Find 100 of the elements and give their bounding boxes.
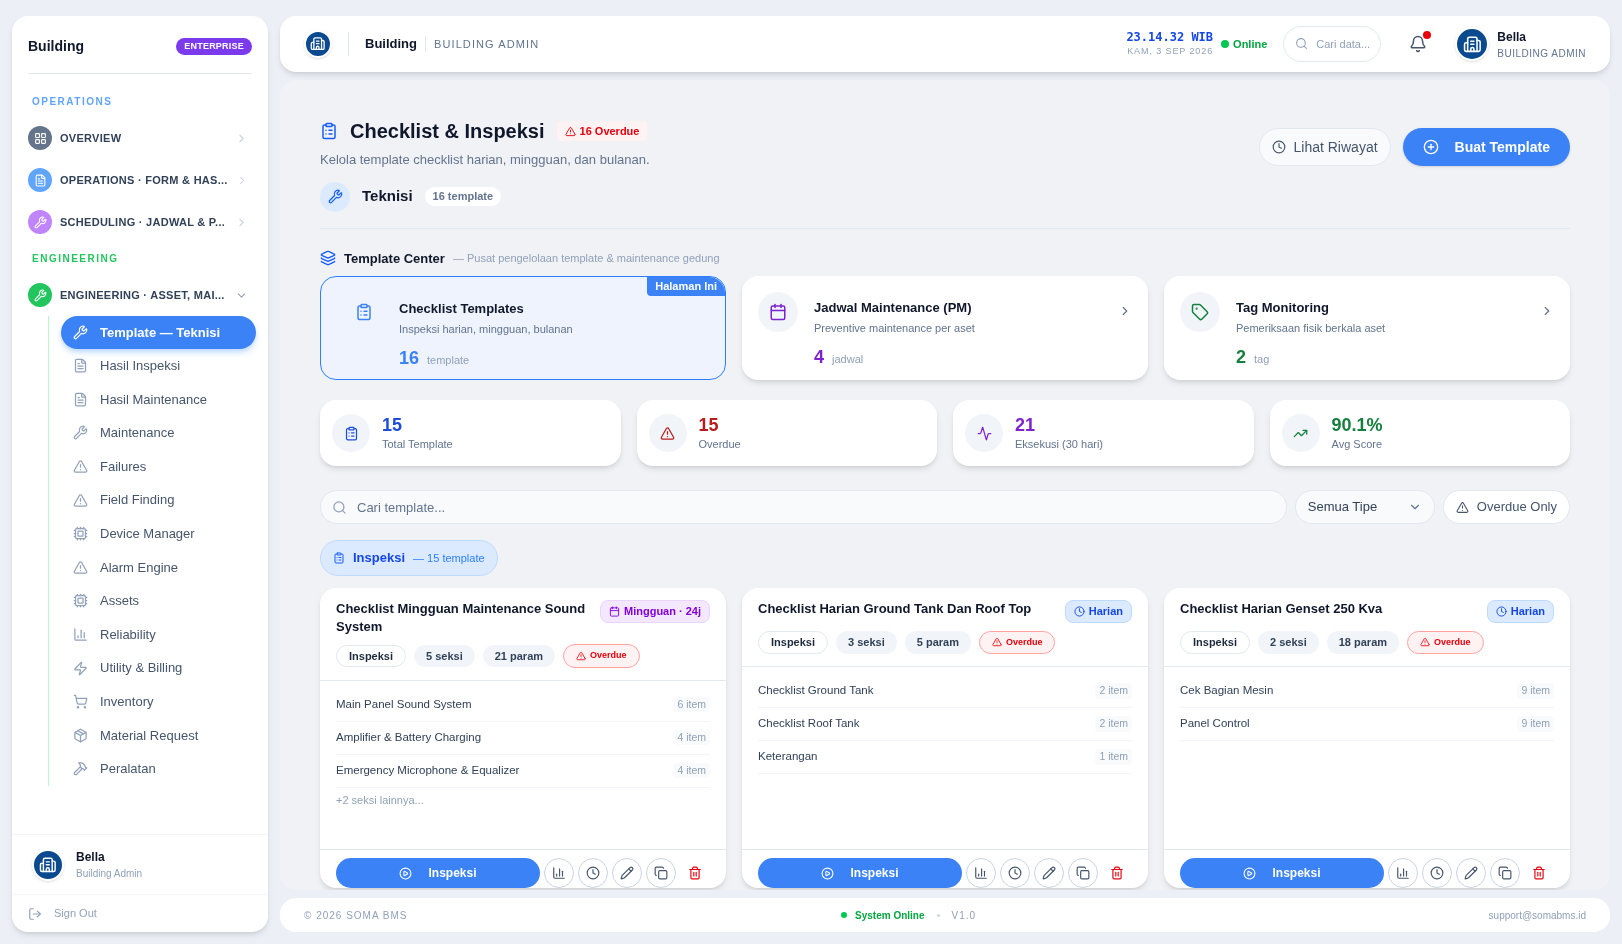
warning-icon (73, 559, 88, 575)
card-value: 4 (814, 346, 824, 369)
card-title: Checklist Templates (399, 300, 525, 318)
nav-item[interactable]: Alarm Engine (61, 550, 256, 585)
template-search-field[interactable]: Cari template... (320, 490, 1287, 524)
clock-icon (1073, 605, 1085, 617)
warning-icon (991, 637, 1002, 648)
bar-chart-icon (1396, 866, 1410, 880)
template-title: Checklist Harian Genset 250 Kva (1180, 600, 1383, 618)
nav-item[interactable]: Device Manager (61, 516, 256, 551)
stat-value: 15 (698, 413, 720, 436)
warning-icon (648, 414, 687, 452)
nav-item[interactable]: Template — Teknisi (61, 316, 256, 349)
clipboard-icon (320, 122, 338, 140)
bell-icon (1409, 35, 1428, 53)
play-icon (1243, 866, 1257, 880)
avatar (32, 848, 64, 881)
history-button[interactable]: Lihat Riwayat (1258, 128, 1391, 166)
bar-chart-icon (552, 866, 566, 880)
item-count: 9 item (1517, 683, 1554, 699)
overdue-only-toggle[interactable]: Overdue Only (1442, 490, 1570, 524)
count-tag: 18 param (1326, 631, 1400, 654)
section-label: OPERATIONS (31, 95, 114, 109)
clock-icon (1008, 866, 1022, 880)
nav-item[interactable]: Hasil Maintenance (61, 382, 256, 417)
warning-icon (576, 650, 587, 661)
clock-icon (1271, 140, 1286, 154)
copy-icon (654, 866, 668, 880)
template-title: Checklist Harian Ground Tank Dan Roof Top (758, 600, 1032, 618)
section-name: Cek Bagian Mesin (1180, 683, 1274, 699)
inspect-button[interactable]: Inspeksi (336, 858, 540, 888)
nav-item[interactable]: Maintenance (61, 416, 256, 450)
type-select[interactable]: Semua Tipe (1294, 490, 1435, 524)
avatar (1455, 27, 1490, 61)
module-card[interactable]: Checklist Templates Inspeksi harian, mingguan, bulanan 16 template Halaman Ini (320, 276, 726, 380)
bar-chart-icon (974, 866, 988, 880)
clipboard-icon (333, 552, 345, 564)
nav-item[interactable]: Material Request (61, 718, 256, 753)
warning-icon (73, 492, 88, 508)
nav-item[interactable]: Inventory (61, 684, 256, 719)
warning-icon (1420, 637, 1431, 648)
nav-item[interactable]: Failures (61, 449, 256, 484)
inspect-button[interactable]: Inspeksi (1180, 858, 1384, 888)
item-count: 4 item (673, 729, 710, 746)
inspect-button[interactable]: Inspeksi (758, 858, 962, 888)
lightning-icon (73, 660, 88, 676)
nav-item[interactable]: Field Finding (61, 483, 256, 517)
nav-group[interactable]: ENGINEERING · ASSET, MAI... (24, 274, 256, 316)
nav-item[interactable]: Peralatan (61, 752, 256, 786)
module-card[interactable]: Jadwal Maintenance (PM) Preventive maintenance per aset 4 jadwal (742, 276, 1148, 380)
version: V1.0 (951, 908, 978, 923)
search-icon (332, 500, 347, 515)
section-name: Main Panel Sound System (336, 696, 472, 712)
sign-out-icon (28, 906, 42, 921)
overdue-tag: Overdue (978, 630, 1056, 654)
nav-group[interactable]: OPERATIONS · FORM & HAS... (24, 159, 256, 201)
more-sections: +2 seksi lainnya... (336, 787, 710, 808)
trash-icon (1532, 866, 1546, 880)
stat-value: 21 (1015, 413, 1037, 436)
hammer-icon (73, 761, 88, 777)
clock: 23.14.32 WIB (1126, 29, 1214, 45)
copy-icon (1076, 866, 1090, 880)
section-name: Checklist Roof Tank (758, 716, 860, 732)
stat-label: Total Template (382, 437, 453, 452)
search-field[interactable]: Cari data... (1283, 26, 1382, 62)
frequency-badge: Mingguan · 24j (600, 600, 710, 623)
card-unit: template (427, 353, 470, 368)
group-chip[interactable]: Inspeksi — 15 template (320, 540, 498, 576)
item-count: 1 item (1095, 749, 1132, 765)
nav-item[interactable]: Hasil Inspeksi (61, 349, 256, 383)
create-template-button[interactable]: Buat Template (1402, 128, 1570, 166)
overdue-badge: 16 Overdue (556, 120, 648, 142)
user-name: Bella (1497, 28, 1527, 46)
tag-icon (1180, 292, 1220, 332)
stat-label: Avg Score (1331, 437, 1383, 452)
app-name: Building (365, 35, 417, 54)
nav-item[interactable]: Assets (61, 584, 256, 618)
nav-group-label: ENGINEERING · ASSET, MAI... (60, 287, 226, 303)
card-description: Preventive maintenance per aset (814, 320, 976, 336)
warning-icon (564, 125, 576, 137)
card-title: Jadwal Maintenance (PM) (814, 299, 973, 317)
stat-value: 15 (382, 413, 404, 436)
stat-label: Overdue (698, 437, 741, 452)
document-icon (73, 391, 88, 407)
trend-up-icon (1281, 414, 1320, 452)
brand-name: Building (28, 37, 84, 56)
nav-group[interactable]: OVERVIEW (24, 117, 256, 159)
section-label: ENGINEERING (31, 252, 120, 266)
nav-item[interactable]: Utility & Billing (61, 651, 256, 685)
nav-item[interactable]: Reliability (61, 617, 256, 652)
clipboard-icon (332, 414, 370, 452)
card-value: 2 (1236, 346, 1246, 369)
module-card[interactable]: Tag Monitoring Pemeriksaan fisik berkala aset 2 tag (1164, 276, 1570, 380)
section-name: Keterangan (758, 749, 818, 765)
nav-group[interactable]: SCHEDULING · JADWAL & P... (24, 201, 256, 243)
card-unit: jadwal (832, 352, 864, 367)
user-role: Building Admin (76, 867, 143, 881)
wrench-icon (73, 425, 88, 441)
overdue-tag: Overdue (563, 644, 640, 668)
count-tag: 21 param (482, 644, 556, 667)
